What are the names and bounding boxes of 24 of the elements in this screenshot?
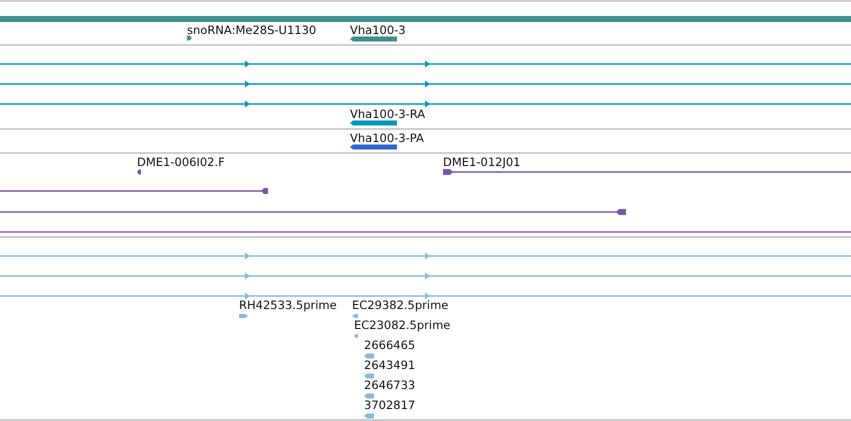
- feature-arrow[interactable]: [350, 120, 397, 126]
- feature-line[interactable]: [0, 80, 851, 88]
- feature-label: 2666465: [364, 338, 416, 352]
- feature-label: 2643491: [364, 358, 416, 372]
- feature-line[interactable]: [0, 188, 268, 194]
- feature-label: Vha100-3-PA: [350, 131, 424, 145]
- feature-arrow[interactable]: [350, 36, 397, 42]
- feature-line[interactable]: [443, 169, 851, 175]
- feature-line[interactable]: [0, 100, 851, 108]
- feature-line[interactable]: [0, 60, 851, 68]
- feature-line[interactable]: [0, 209, 626, 215]
- feature-label: Vha100-3-RA: [350, 107, 426, 121]
- feature-label: 2646733: [364, 378, 416, 392]
- feature-label: snoRNA:Me28S-U1130: [187, 23, 316, 37]
- feature-label: RH42533.5prime: [239, 298, 337, 312]
- feature-arrow[interactable]: [187, 36, 192, 40]
- feature-label: DME1-012J01: [443, 155, 520, 169]
- feature-label: Vha100-3: [350, 23, 406, 37]
- feature-label: 3702817: [364, 398, 416, 412]
- feature-label: EC23082.5prime: [354, 318, 450, 332]
- feature-arrow[interactable]: [350, 144, 397, 150]
- feature-label: EC29382.5prime: [352, 298, 448, 312]
- feature-label: DME1-006I02.F: [137, 155, 225, 169]
- feature-arrow[interactable]: [137, 170, 141, 174]
